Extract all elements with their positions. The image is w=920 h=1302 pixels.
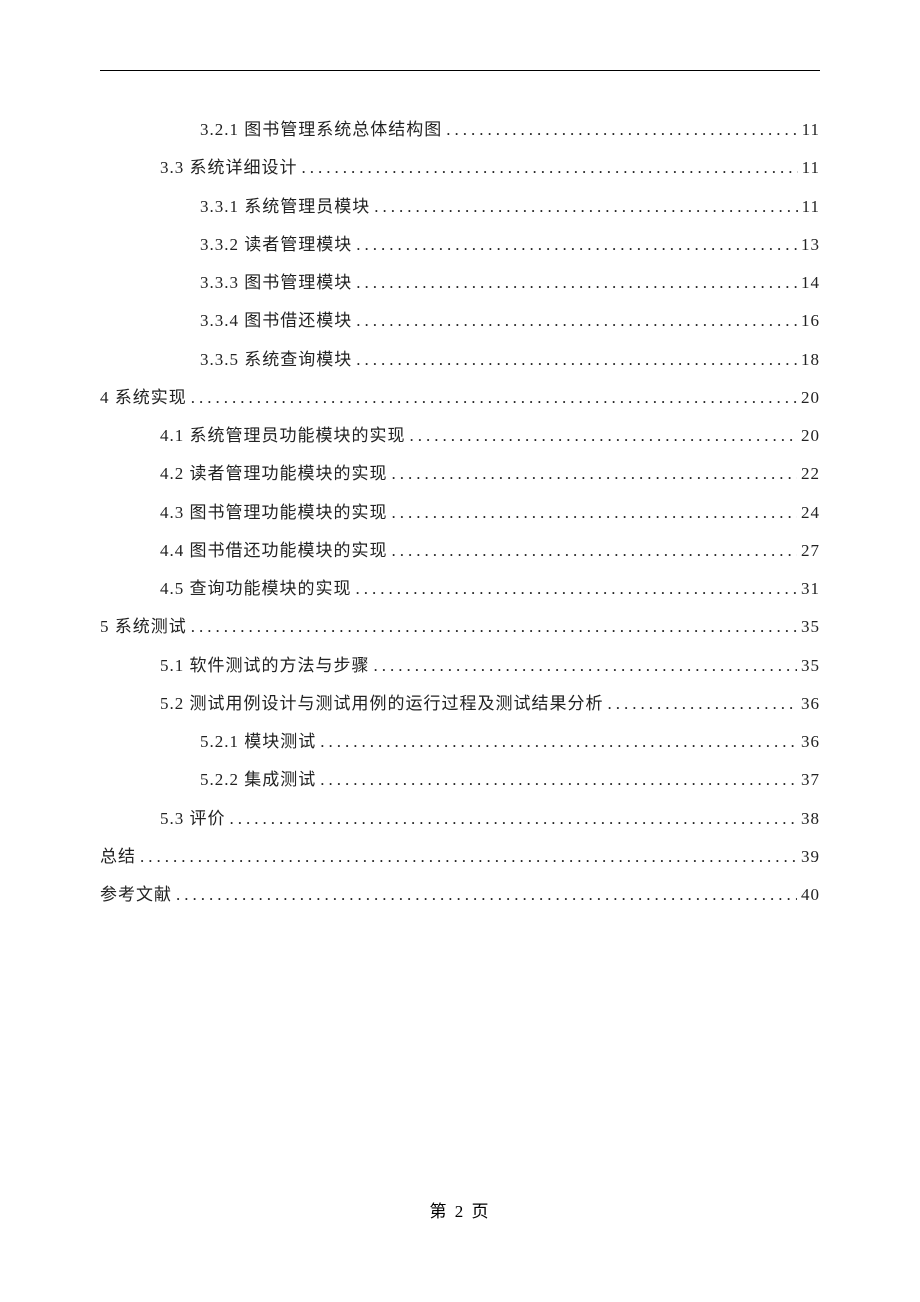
toc-leader-dots bbox=[356, 341, 797, 379]
toc-leader-dots bbox=[356, 302, 797, 340]
toc-entry: 参考文献 40 bbox=[100, 876, 820, 914]
toc-entry: 5.3 评价 38 bbox=[100, 800, 820, 838]
toc-entry-page: 35 bbox=[801, 608, 820, 646]
toc-leader-dots bbox=[410, 417, 798, 455]
toc-entry-page: 39 bbox=[801, 838, 820, 876]
toc-entry: 3.3.3 图书管理模块 14 bbox=[100, 264, 820, 302]
toc-entry-page: 31 bbox=[801, 570, 820, 608]
toc-leader-dots bbox=[356, 226, 797, 264]
page-number: 第 2 页 bbox=[430, 1202, 491, 1221]
toc-leader-dots bbox=[191, 608, 797, 646]
toc-leader-dots bbox=[392, 532, 798, 570]
toc-entry-page: 38 bbox=[801, 800, 820, 838]
toc-entry-label: 5 系统测试 bbox=[100, 608, 187, 646]
toc-entry: 5.2 测试用例设计与测试用例的运行过程及测试结果分析 36 bbox=[100, 685, 820, 723]
toc-entry: 总结 39 bbox=[100, 838, 820, 876]
table-of-contents: 3.2.1 图书管理系统总体结构图113.3 系统详细设计113.3.1 系统管… bbox=[100, 111, 820, 914]
toc-entry-label: 4.1 系统管理员功能模块的实现 bbox=[160, 417, 406, 455]
toc-entry-label: 4.2 读者管理功能模块的实现 bbox=[160, 455, 388, 493]
toc-entry: 4.3 图书管理功能模块的实现 24 bbox=[100, 494, 820, 532]
toc-entry: 5.1 软件测试的方法与步骤 35 bbox=[100, 647, 820, 685]
toc-entry-label: 3.2.1 图书管理系统总体结构图 bbox=[200, 111, 442, 149]
toc-entry-label: 3.3.1 系统管理员模块 bbox=[200, 188, 370, 226]
toc-leader-dots bbox=[392, 494, 798, 532]
toc-entry-label: 5.2 测试用例设计与测试用例的运行过程及测试结果分析 bbox=[160, 685, 604, 723]
toc-entry-page: 36 bbox=[801, 723, 820, 761]
toc-entry-label: 4.5 查询功能模块的实现 bbox=[160, 570, 352, 608]
toc-entry-page: 11 bbox=[802, 111, 820, 149]
toc-leader-dots bbox=[356, 264, 797, 302]
toc-entry: 3.3.4 图书借还模块 16 bbox=[100, 302, 820, 340]
toc-entry-label: 3.3.3 图书管理模块 bbox=[200, 264, 352, 302]
toc-entry-page: 35 bbox=[801, 647, 820, 685]
toc-leader-dots bbox=[374, 647, 798, 685]
toc-entry-page: 36 bbox=[801, 685, 820, 723]
toc-entry: 4 系统实现 20 bbox=[100, 379, 820, 417]
toc-entry: 5 系统测试 35 bbox=[100, 608, 820, 646]
toc-leader-dots bbox=[356, 570, 798, 608]
toc-leader-dots bbox=[446, 111, 797, 149]
toc-entry-page: 16 bbox=[801, 302, 820, 340]
toc-entry-label: 5.1 软件测试的方法与步骤 bbox=[160, 647, 370, 685]
toc-entry: 4.4 图书借还功能模块的实现 27 bbox=[100, 532, 820, 570]
toc-entry-label: 4 系统实现 bbox=[100, 379, 187, 417]
toc-leader-dots bbox=[230, 800, 798, 838]
header-rule bbox=[100, 70, 820, 71]
toc-leader-dots bbox=[608, 685, 798, 723]
toc-entry: 5.2.1 模块测试 36 bbox=[100, 723, 820, 761]
toc-entry-label: 5.2.2 集成测试 bbox=[200, 761, 316, 799]
toc-entry: 3.3.5 系统查询模块 18 bbox=[100, 341, 820, 379]
toc-leader-dots bbox=[374, 188, 797, 226]
toc-entry-label: 3.3.4 图书借还模块 bbox=[200, 302, 352, 340]
toc-entry-page: 22 bbox=[801, 455, 820, 493]
toc-leader-dots bbox=[176, 876, 797, 914]
page-footer: 第 2 页 bbox=[0, 1197, 920, 1222]
toc-entry-page: 18 bbox=[801, 341, 820, 379]
toc-entry-label: 3.3.2 读者管理模块 bbox=[200, 226, 352, 264]
toc-entry-page: 11 bbox=[802, 188, 820, 226]
toc-leader-dots bbox=[140, 838, 797, 876]
toc-entry-page: 27 bbox=[801, 532, 820, 570]
toc-entry: 3.2.1 图书管理系统总体结构图 11 bbox=[100, 111, 820, 149]
toc-entry-page: 20 bbox=[801, 417, 820, 455]
toc-entry: 4.5 查询功能模块的实现 31 bbox=[100, 570, 820, 608]
toc-entry-label: 4.3 图书管理功能模块的实现 bbox=[160, 494, 388, 532]
toc-entry: 3.3 系统详细设计 11 bbox=[100, 149, 820, 187]
toc-entry-page: 11 bbox=[802, 149, 820, 187]
toc-entry-label: 5.2.1 模块测试 bbox=[200, 723, 316, 761]
toc-entry: 3.3.1 系统管理员模块 11 bbox=[100, 188, 820, 226]
document-page: 3.2.1 图书管理系统总体结构图113.3 系统详细设计113.3.1 系统管… bbox=[0, 0, 920, 1302]
toc-leader-dots bbox=[302, 149, 798, 187]
toc-entry-page: 13 bbox=[801, 226, 820, 264]
toc-entry: 4.1 系统管理员功能模块的实现 20 bbox=[100, 417, 820, 455]
toc-entry-label: 3.3 系统详细设计 bbox=[160, 149, 298, 187]
toc-entry-label: 参考文献 bbox=[100, 876, 172, 914]
toc-leader-dots bbox=[320, 723, 797, 761]
toc-entry-page: 14 bbox=[801, 264, 820, 302]
toc-entry-page: 24 bbox=[801, 494, 820, 532]
toc-leader-dots bbox=[191, 379, 797, 417]
toc-entry: 4.2 读者管理功能模块的实现 22 bbox=[100, 455, 820, 493]
toc-entry-label: 5.3 评价 bbox=[160, 800, 226, 838]
toc-leader-dots bbox=[392, 455, 798, 493]
toc-leader-dots bbox=[320, 761, 797, 799]
toc-entry-label: 4.4 图书借还功能模块的实现 bbox=[160, 532, 388, 570]
toc-entry-page: 40 bbox=[801, 876, 820, 914]
toc-entry-page: 37 bbox=[801, 761, 820, 799]
toc-entry: 5.2.2 集成测试 37 bbox=[100, 761, 820, 799]
toc-entry-page: 20 bbox=[801, 379, 820, 417]
toc-entry-label: 总结 bbox=[100, 838, 136, 876]
toc-entry: 3.3.2 读者管理模块 13 bbox=[100, 226, 820, 264]
toc-entry-label: 3.3.5 系统查询模块 bbox=[200, 341, 352, 379]
